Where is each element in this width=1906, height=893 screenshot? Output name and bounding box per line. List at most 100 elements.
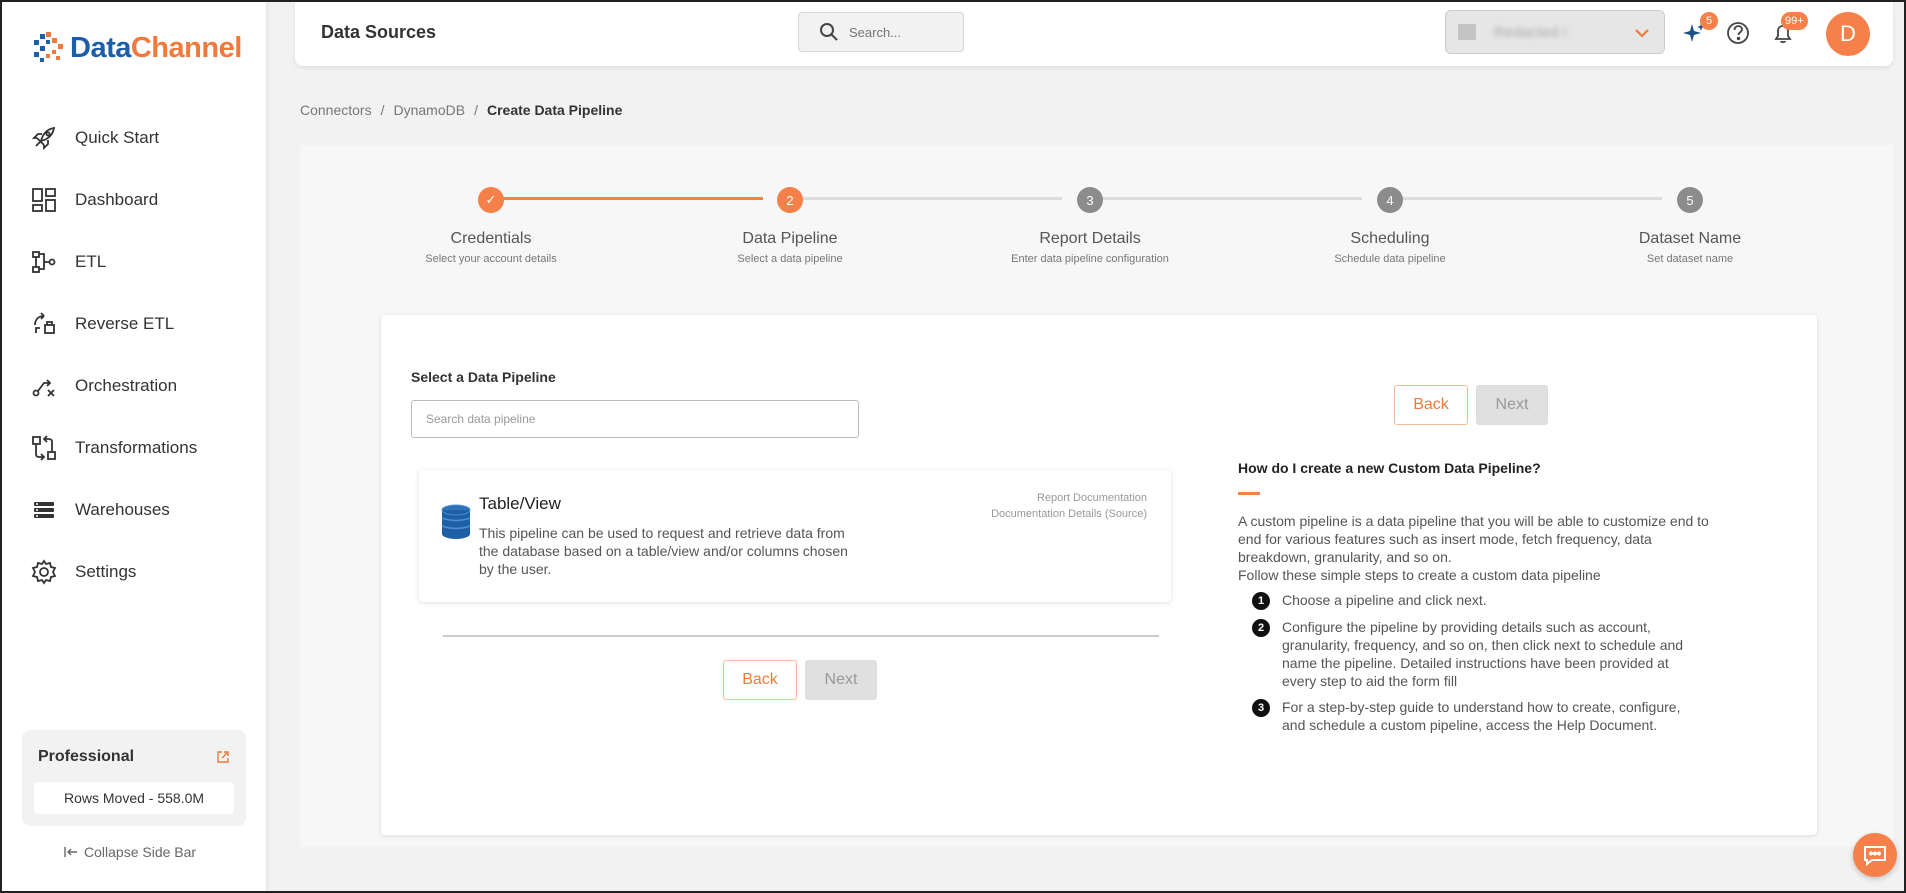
warehouses-icon xyxy=(30,496,58,524)
sidebar-item-transformations[interactable]: Transformations xyxy=(30,417,197,479)
step-4-number: 4 xyxy=(1377,187,1403,213)
search-icon xyxy=(820,23,838,41)
sidebar-item-etl[interactable]: ETL xyxy=(30,231,197,293)
step-connector xyxy=(790,197,1062,200)
help-intro-2: Follow these simple steps to create a cu… xyxy=(1238,567,1601,583)
help-accent-bar xyxy=(1238,492,1260,495)
step-connector xyxy=(1090,197,1362,200)
help-panel: How do I create a new Custom Data Pipeli… xyxy=(1238,460,1738,742)
sidebar: DataChannel Quick Start Dashboard ETL Re… xyxy=(2,2,266,891)
account-name: Redacted I xyxy=(1494,23,1567,41)
stepper: ✓ Credentials Select your account detail… xyxy=(300,145,1893,285)
datachannel-logo[interactable]: DataChannel xyxy=(30,30,242,66)
sidebar-item-warehouses[interactable]: Warehouses xyxy=(30,479,197,541)
logo-text-channel: Channel xyxy=(130,31,242,64)
user-avatar[interactable]: D xyxy=(1826,12,1870,56)
step-4-title: Scheduling xyxy=(1350,230,1430,247)
sidebar-nav: Quick Start Dashboard ETL Reverse ETL Or… xyxy=(30,107,197,603)
pipeline-option-table-view[interactable]: Table/View This pipeline can be used to … xyxy=(419,470,1171,602)
step-1-subtitle: Select your account details xyxy=(425,253,557,265)
help-step: 3 For a step-by-step guide to understand… xyxy=(1238,698,1738,734)
report-documentation-link[interactable]: Report Documentation xyxy=(1037,492,1147,504)
rocket-icon xyxy=(30,124,58,152)
back-button-bottom[interactable]: Back xyxy=(723,660,797,700)
step-number-badge: 3 xyxy=(1252,699,1270,717)
collapse-icon xyxy=(64,847,77,857)
help-step-text: Configure the pipeline by providing deta… xyxy=(1282,619,1684,689)
external-link-icon[interactable] xyxy=(216,750,230,764)
account-select[interactable]: Redacted I xyxy=(1445,10,1665,54)
rows-moved: Rows Moved - 558.0M xyxy=(34,782,234,814)
pipeline-description: This pipeline can be used to request and… xyxy=(479,525,848,577)
help-step-text: For a step-by-step guide to understand h… xyxy=(1282,699,1681,733)
global-search[interactable] xyxy=(798,12,964,52)
etl-icon xyxy=(30,248,58,276)
chat-bubble-icon xyxy=(1864,846,1886,867)
step-2-number: 2 xyxy=(777,187,803,213)
chat-button[interactable] xyxy=(1853,833,1897,877)
sidebar-item-reverse-etl[interactable]: Reverse ETL xyxy=(30,293,197,355)
back-button-top[interactable]: Back xyxy=(1394,385,1468,425)
orchestration-icon xyxy=(30,372,58,400)
search-input[interactable] xyxy=(849,24,959,40)
collapse-sidebar-button[interactable]: Collapse Side Bar xyxy=(64,844,196,860)
pipeline-title: Table/View xyxy=(479,494,561,513)
documentation-details-link[interactable]: Documentation Details (Source) xyxy=(991,508,1147,520)
step-connector-done xyxy=(501,197,763,200)
breadcrumb: Connectors / DynamoDB / Create Data Pipe… xyxy=(300,102,622,118)
reverse-etl-icon xyxy=(30,310,58,338)
divider xyxy=(443,635,1159,637)
step-3-subtitle: Enter data pipeline configuration xyxy=(1011,253,1169,265)
step-4-subtitle: Schedule data pipeline xyxy=(1334,253,1446,265)
account-avatar xyxy=(1458,24,1476,40)
sidebar-item-settings[interactable]: Settings xyxy=(30,541,197,603)
logo-text: DataChannel xyxy=(70,32,242,65)
help-intro: A custom pipeline is a data pipeline tha… xyxy=(1238,513,1709,565)
sidebar-item-label: Reverse ETL xyxy=(75,314,175,333)
breadcrumb-connectors[interactable]: Connectors xyxy=(300,102,372,118)
step-5-title: Dataset Name xyxy=(1638,230,1742,247)
help-step: 1 Choose a pipeline and click next. xyxy=(1238,591,1738,610)
step-2-subtitle: Select a data pipeline xyxy=(737,253,843,265)
gear-icon xyxy=(30,558,58,586)
page-title: Data Sources xyxy=(321,22,437,42)
breadcrumb-current: Create Data Pipeline xyxy=(486,102,623,118)
step-1-title: Credentials xyxy=(450,230,532,247)
step-5-subtitle: Set dataset name xyxy=(1646,253,1734,265)
notification-badge: 99+ xyxy=(1781,12,1808,30)
sidebar-item-quick-start[interactable]: Quick Start xyxy=(30,107,197,169)
pipeline-search-input[interactable] xyxy=(411,400,859,438)
help-icon[interactable] xyxy=(1726,21,1752,47)
help-title: How do I create a new Custom Data Pipeli… xyxy=(1238,460,1541,476)
step-3-title: Report Details xyxy=(1039,230,1141,247)
step-1-check-icon: ✓ xyxy=(478,187,504,213)
sidebar-item-label: Transformations xyxy=(75,438,198,457)
step-5-number: 5 xyxy=(1677,187,1703,213)
logo-text-data: Data xyxy=(70,31,131,64)
sidebar-item-label: ETL xyxy=(75,252,107,271)
top-header: Data Sources Redacted I 5 99+ D xyxy=(295,2,1893,66)
pipeline-card: Select a Data Pipeline Table/View This p… xyxy=(381,315,1817,835)
ai-badge: 5 xyxy=(1700,12,1718,30)
help-steps: 1 Choose a pipeline and click next. 2 Co… xyxy=(1238,591,1738,734)
next-button-bottom[interactable]: Next xyxy=(805,660,877,700)
step-number-badge: 2 xyxy=(1252,619,1270,637)
sidebar-item-label: Dashboard xyxy=(75,190,159,209)
breadcrumb-dynamodb[interactable]: DynamoDB xyxy=(393,102,465,118)
sidebar-item-label: Warehouses xyxy=(75,500,170,519)
sidebar-item-dashboard[interactable]: Dashboard xyxy=(30,169,197,231)
dashboard-icon xyxy=(30,186,58,214)
sidebar-item-label: Quick Start xyxy=(75,128,160,147)
step-2-title: Data Pipeline xyxy=(742,230,838,247)
step-number-badge: 1 xyxy=(1252,592,1270,610)
help-step: 2 Configure the pipeline by providing de… xyxy=(1238,618,1738,690)
next-button-top[interactable]: Next xyxy=(1476,385,1548,425)
breadcrumb-separator: / xyxy=(474,102,478,118)
plan-name: Professional xyxy=(38,748,135,765)
transformations-icon xyxy=(30,434,58,462)
logo-mark-icon xyxy=(34,32,63,62)
sidebar-item-label: Settings xyxy=(75,562,137,581)
sidebar-item-orchestration[interactable]: Orchestration xyxy=(30,355,197,417)
collapse-label: Collapse Side Bar xyxy=(84,844,197,860)
wizard-panel: ✓ Credentials Select your account detail… xyxy=(300,145,1893,847)
